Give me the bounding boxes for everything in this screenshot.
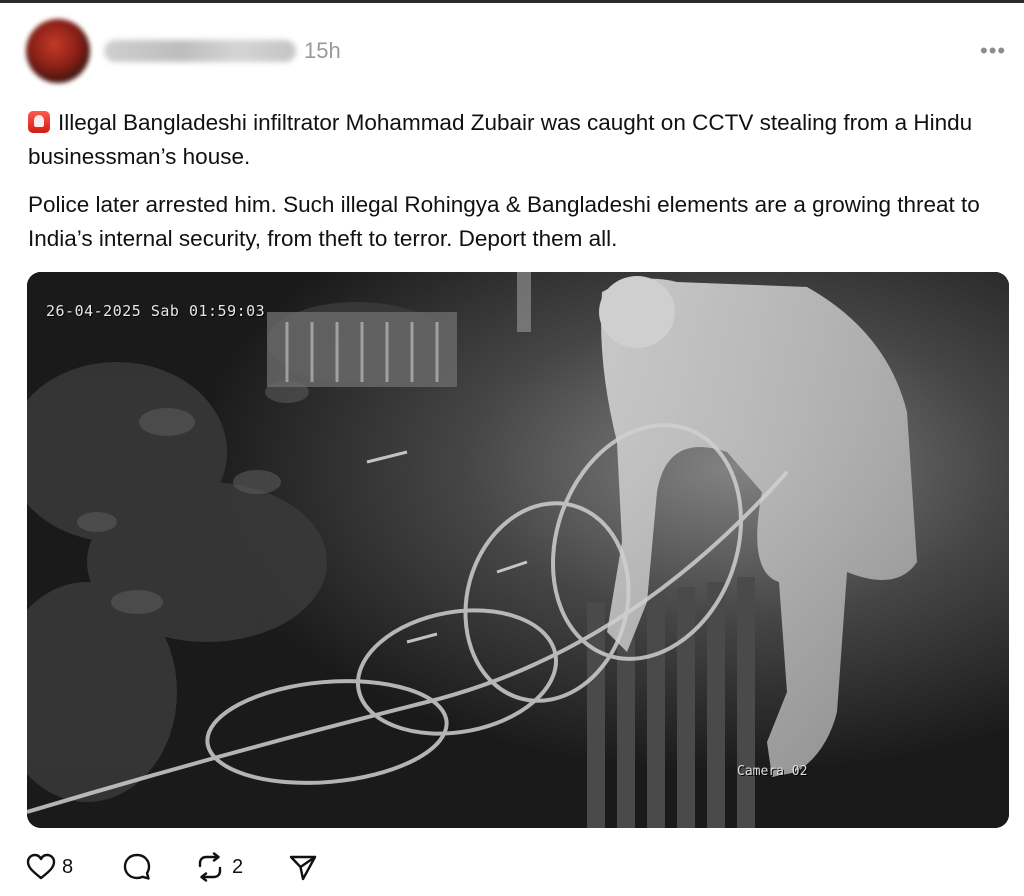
share-send-icon bbox=[289, 855, 317, 881]
post-paragraph-2: Police later arrested him. Such illegal … bbox=[28, 192, 980, 251]
like-button[interactable]: 8 bbox=[26, 850, 73, 884]
reply-bubble-icon bbox=[123, 853, 151, 880]
post-body: Illegal Bangladeshi infiltrator Mohammad… bbox=[28, 106, 1008, 270]
repost-button[interactable]: 2 bbox=[194, 850, 243, 884]
police-siren-icon bbox=[28, 111, 50, 133]
more-options-icon[interactable]: ••• bbox=[980, 40, 1006, 62]
share-button[interactable] bbox=[288, 850, 318, 884]
video-player[interactable]: 26-04-2025 Sab 01:59:03 Camera 02 bbox=[27, 272, 1009, 828]
repost-icon bbox=[198, 852, 222, 882]
cctv-timestamp: 26-04-2025 Sab 01:59:03 bbox=[46, 302, 266, 320]
post-paragraph-1: Illegal Bangladeshi infiltrator Mohammad… bbox=[28, 106, 1008, 174]
post-time: 15h bbox=[304, 38, 341, 63]
like-count: 8 bbox=[62, 855, 74, 878]
reply-button[interactable] bbox=[122, 850, 158, 884]
avatar[interactable] bbox=[26, 19, 90, 83]
camera-label: Camera 02 bbox=[737, 764, 808, 779]
heart-icon bbox=[26, 853, 56, 880]
repost-count: 2 bbox=[232, 855, 244, 878]
top-divider bbox=[0, 0, 1024, 3]
paragraph-1-text: Illegal Bangladeshi infiltrator Mohammad… bbox=[28, 110, 973, 169]
cctv-frame bbox=[27, 272, 1009, 828]
author-username[interactable]: deepakkrsbkarr bbox=[104, 40, 296, 62]
